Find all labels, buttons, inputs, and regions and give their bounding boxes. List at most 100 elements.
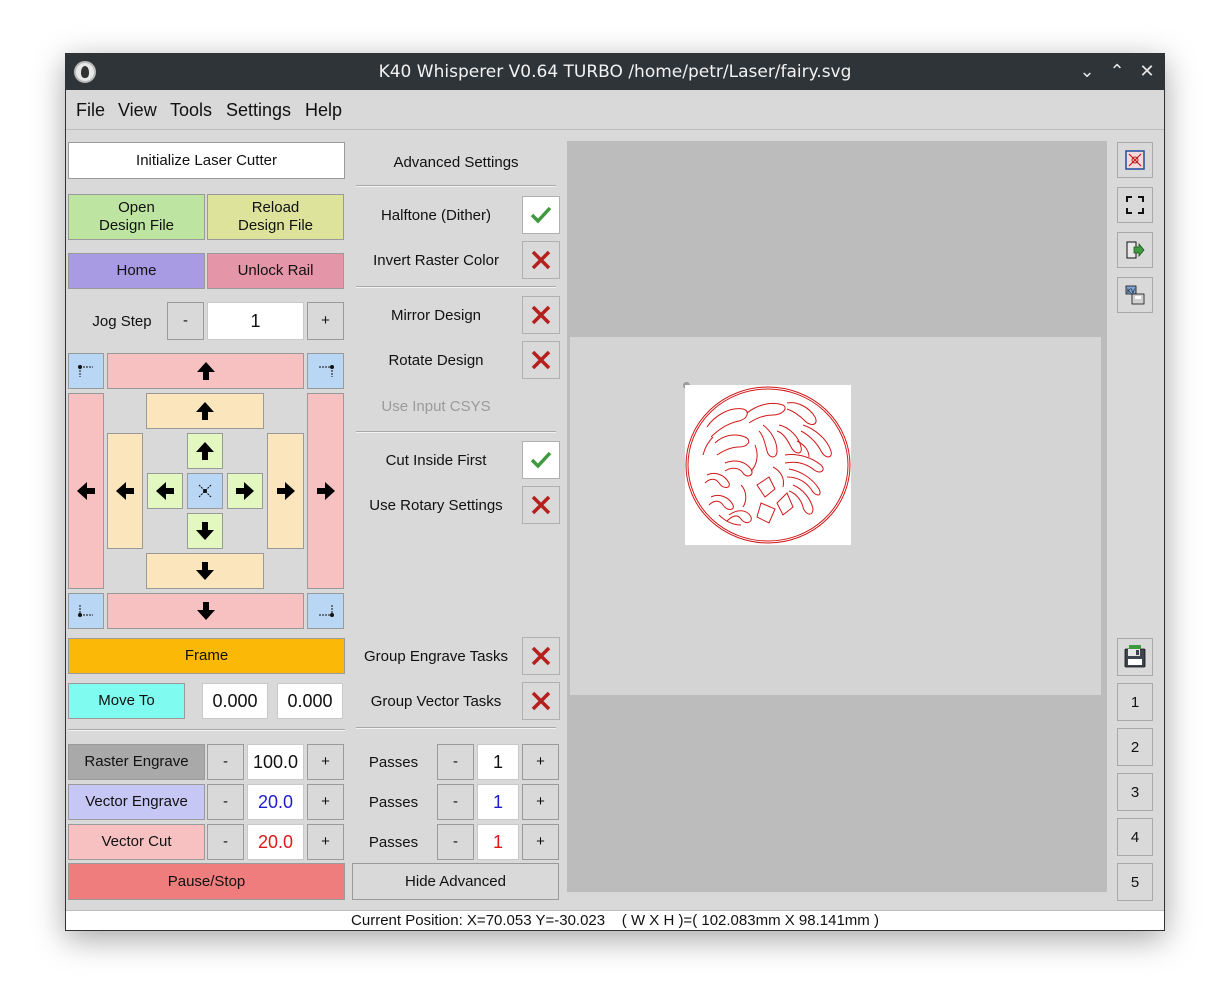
vector-engrave-passes-minus-button[interactable]: - — [437, 784, 474, 820]
preset-4-button[interactable]: 4 — [1117, 818, 1153, 856]
menu-bar: File View Tools Settings Help — [66, 90, 1164, 130]
menu-file[interactable]: File — [76, 90, 105, 130]
menu-settings[interactable]: Settings — [226, 90, 291, 130]
vector-engrave-passes-input[interactable]: 1 — [477, 784, 519, 820]
vector-cut-speed-input[interactable]: 20.0 — [247, 824, 304, 860]
menu-view[interactable]: View — [118, 90, 157, 130]
arrow-left-icon — [116, 482, 134, 500]
raster-passes-plus-button[interactable]: + — [522, 744, 559, 780]
x-mark-icon — [531, 350, 551, 370]
reload-design-button[interactable]: Reload Design File — [207, 194, 344, 240]
window-title: K40 Whisperer V0.64 TURBO /home/petr/Las… — [378, 62, 852, 82]
jog-right-medium-button[interactable] — [267, 433, 304, 549]
home-button[interactable]: Home — [68, 253, 205, 289]
close-icon[interactable]: ✕ — [1132, 54, 1162, 90]
raster-speed-minus-button[interactable]: - — [207, 744, 244, 780]
jog-down-large-button[interactable] — [107, 593, 304, 629]
open-design-button[interactable]: Open Design File — [68, 194, 205, 240]
pause-stop-button[interactable]: Pause/Stop — [68, 863, 345, 900]
raster-engrave-button[interactable]: Raster Engrave — [68, 744, 205, 780]
vector-engrave-button[interactable]: Vector Engrave — [68, 784, 205, 820]
zoom-design-button[interactable] — [1117, 142, 1153, 178]
vector-engrave-passes-label: Passes — [368, 793, 419, 811]
move-center-button[interactable] — [187, 473, 223, 509]
move-top-left-button[interactable] — [68, 353, 104, 389]
arrow-right-icon — [236, 482, 254, 500]
initialize-laser-button[interactable]: Initialize Laser Cutter — [68, 142, 345, 179]
jog-right-small-button[interactable] — [227, 473, 263, 509]
minimize-icon[interactable]: ⌄ — [1072, 54, 1102, 90]
jog-left-large-button[interactable] — [68, 393, 104, 589]
menu-help[interactable]: Help — [305, 90, 342, 130]
move-bottom-left-button[interactable] — [68, 593, 104, 629]
vector-cut-speed-plus-button[interactable]: + — [307, 824, 344, 860]
vector-cut-speed-minus-button[interactable]: - — [207, 824, 244, 860]
x-mark-icon — [531, 495, 551, 515]
jog-step-input[interactable]: 1 — [207, 302, 304, 340]
vector-cut-passes-plus-button[interactable]: + — [522, 824, 559, 860]
preset-5-button[interactable]: 5 — [1117, 863, 1153, 901]
floppy-disk-icon — [1124, 645, 1146, 668]
move-top-right-button[interactable] — [307, 353, 344, 389]
jog-left-small-button[interactable] — [147, 473, 183, 509]
invert-raster-checkbox[interactable] — [522, 241, 560, 279]
jog-left-medium-button[interactable] — [107, 433, 143, 549]
raster-passes-minus-button[interactable]: - — [437, 744, 474, 780]
send-to-laser-button[interactable] — [1117, 232, 1153, 268]
cut-inside-first-checkbox[interactable] — [522, 441, 560, 479]
preset-2-button[interactable]: 2 — [1117, 728, 1153, 766]
arrow-left-icon — [77, 482, 95, 500]
move-to-button[interactable]: Move To — [68, 683, 185, 719]
rotate-design-checkbox[interactable] — [522, 341, 560, 379]
reload-design-label-2: Design File — [237, 217, 314, 234]
save-gcode-button[interactable] — [1117, 638, 1153, 676]
arrow-left-icon — [156, 482, 174, 500]
jog-up-large-button[interactable] — [107, 353, 304, 389]
jog-down-medium-button[interactable] — [146, 553, 264, 589]
vector-cut-button[interactable]: Vector Cut — [68, 824, 205, 860]
group-vector-checkbox[interactable] — [522, 682, 560, 720]
vector-engrave-speed-plus-button[interactable]: + — [307, 784, 344, 820]
vector-engrave-speed-minus-button[interactable]: - — [207, 784, 244, 820]
move-bottom-right-button[interactable] — [307, 593, 344, 629]
separator — [68, 729, 345, 731]
mirror-design-checkbox[interactable] — [522, 296, 560, 334]
halftone-checkbox[interactable] — [522, 196, 560, 234]
x-mark-icon — [531, 250, 551, 270]
preset-3-button[interactable]: 3 — [1117, 773, 1153, 811]
vector-cut-passes-input[interactable]: 1 — [477, 824, 519, 860]
raster-passes-input[interactable]: 1 — [477, 744, 519, 780]
unlock-rail-button[interactable]: Unlock Rail — [207, 253, 344, 289]
arrow-down-icon — [196, 602, 215, 620]
raster-speed-plus-button[interactable]: + — [307, 744, 344, 780]
menu-tools[interactable]: Tools — [170, 90, 212, 130]
fit-view-button[interactable] — [1117, 187, 1153, 223]
corner-top-left-icon — [78, 365, 93, 377]
arrow-right-icon — [316, 482, 335, 500]
use-input-csys-label: Use Input CSYS — [381, 397, 491, 415]
vector-cut-passes-minus-button[interactable]: - — [437, 824, 474, 860]
vector-engrave-passes-plus-button[interactable]: + — [522, 784, 559, 820]
maximize-icon[interactable]: ⌃ — [1102, 54, 1132, 90]
jog-step-minus-button[interactable]: - — [167, 302, 204, 340]
save-egv-button[interactable]: KV — [1117, 277, 1153, 313]
use-rotary-checkbox[interactable] — [522, 486, 560, 524]
jog-step-plus-button[interactable]: + — [307, 302, 344, 340]
vector-engrave-speed-input[interactable]: 20.0 — [247, 784, 304, 820]
jog-down-small-button[interactable] — [187, 513, 223, 549]
jog-up-small-button[interactable] — [187, 433, 223, 469]
arrow-down-icon — [196, 562, 214, 580]
vector-cut-passes-label: Passes — [368, 833, 419, 851]
corner-top-right-icon — [318, 365, 334, 377]
group-engrave-checkbox[interactable] — [522, 637, 560, 675]
frame-button[interactable]: Frame — [68, 638, 345, 674]
jog-right-large-button[interactable] — [307, 393, 344, 589]
raster-speed-input[interactable]: 100.0 — [247, 744, 304, 780]
hide-advanced-button[interactable]: Hide Advanced — [352, 863, 559, 900]
jog-up-medium-button[interactable] — [146, 393, 264, 429]
move-to-y-input[interactable]: 0.000 — [277, 683, 343, 719]
x-mark-icon — [531, 305, 551, 325]
preset-1-button[interactable]: 1 — [1117, 683, 1153, 721]
move-to-x-input[interactable]: 0.000 — [202, 683, 268, 719]
status-bar: Current Position: X=70.053 Y=-30.023 ( W… — [66, 910, 1164, 930]
